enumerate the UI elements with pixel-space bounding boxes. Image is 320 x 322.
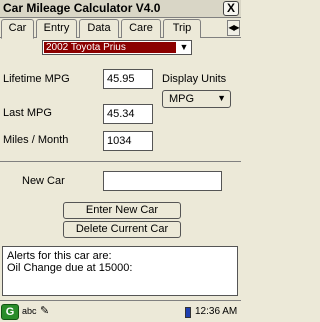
last-mpg-field[interactable]: 45.34 [103,104,153,124]
car-select-value: 2002 Toyota Prius [44,42,176,53]
title-bar: Car Mileage Calculator V4.0 X [0,0,241,18]
input-mode-indicator[interactable]: abc [22,306,37,316]
display-units-label: Display Units [162,73,227,85]
tab-data[interactable]: Data [79,19,119,38]
tab-entry[interactable]: Entry [36,19,77,38]
enter-new-car-button[interactable]: Enter New Car [63,202,181,219]
miles-month-field[interactable]: 1034 [103,131,153,151]
tab-car[interactable]: Car [1,19,34,39]
display-units-value: MPG [169,93,195,105]
miles-month-label: Miles / Month [3,134,69,146]
new-car-input[interactable] [103,171,222,191]
tab-care[interactable]: Care [121,19,161,38]
lifetime-mpg-field[interactable]: 45.95 [103,69,153,89]
alert-item: Oil Change due at 15000: [7,262,133,274]
display-units-dropdown[interactable]: MPG ▼ [162,90,231,108]
chevron-down-icon: ▼ [217,93,226,103]
start-menu-icon[interactable]: G [1,304,19,320]
pen-icon[interactable]: ✎ [40,304,49,317]
lifetime-mpg-label: Lifetime MPG [3,73,70,85]
new-car-label: New Car [22,175,65,187]
alerts-heading: Alerts for this car are: [7,250,112,262]
last-mpg-label: Last MPG [3,107,52,119]
alerts-box: Alerts for this car are: Oil Change due … [2,246,238,296]
tab-bar: Car Entry Data Care Trip ◀▶ [0,18,241,39]
close-button[interactable]: X [223,1,239,16]
tab-scroll-arrows-icon[interactable]: ◀▶ [227,20,240,36]
chevron-down-icon: ▼ [179,42,189,52]
taskbar: G abc ✎ 12:36 AM [0,300,241,322]
battery-icon [185,307,191,318]
tab-trip[interactable]: Trip [163,19,201,38]
car-select-dropdown[interactable]: 2002 Toyota Prius ▼ [42,40,192,55]
section-divider [0,161,241,162]
delete-current-car-button[interactable]: Delete Current Car [63,221,181,238]
clock: 12:36 AM [195,306,238,317]
window-title: Car Mileage Calculator V4.0 [3,1,161,15]
